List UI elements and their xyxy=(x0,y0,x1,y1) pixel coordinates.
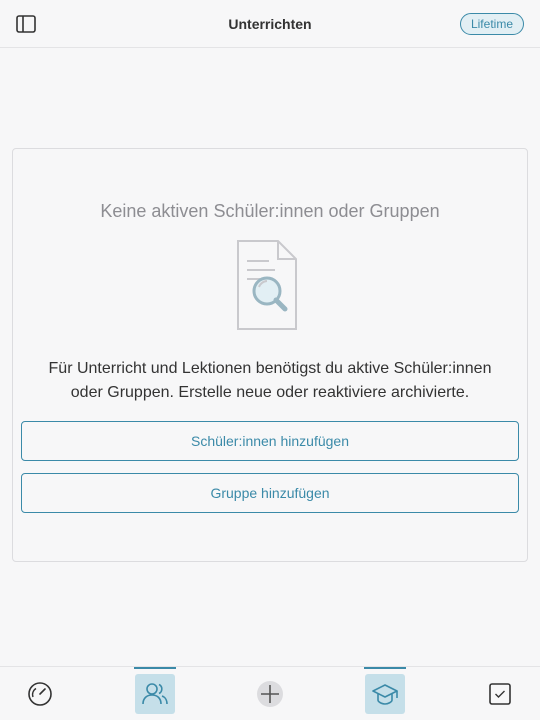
tab-teach[interactable] xyxy=(364,667,406,720)
add-students-button[interactable]: Schüler:innen hinzufügen xyxy=(21,421,519,461)
tab-students[interactable] xyxy=(134,667,176,720)
top-bar: Unterrichten Lifetime xyxy=(0,0,540,48)
add-group-button[interactable]: Gruppe hinzufügen xyxy=(21,473,519,513)
dashboard-gauge-icon xyxy=(28,682,52,706)
empty-state-card: Keine aktiven Schüler:innen oder Gruppen… xyxy=(12,148,528,562)
lifetime-badge[interactable]: Lifetime xyxy=(459,13,524,35)
empty-state-description: Für Unterricht und Lektionen benötigst d… xyxy=(48,360,492,401)
teach-graduation-cap-icon xyxy=(372,684,398,705)
plus-icon xyxy=(257,681,283,707)
checkbox-tasks-icon xyxy=(489,683,511,705)
empty-state-title: Keine aktiven Schüler:innen oder Gruppen xyxy=(100,201,440,221)
tab-tasks[interactable] xyxy=(479,667,521,720)
tab-add[interactable] xyxy=(249,667,291,720)
document-search-icon xyxy=(237,240,297,330)
students-icon xyxy=(142,683,168,705)
tab-dashboard[interactable] xyxy=(19,667,61,720)
bottom-tab-bar xyxy=(0,666,540,720)
